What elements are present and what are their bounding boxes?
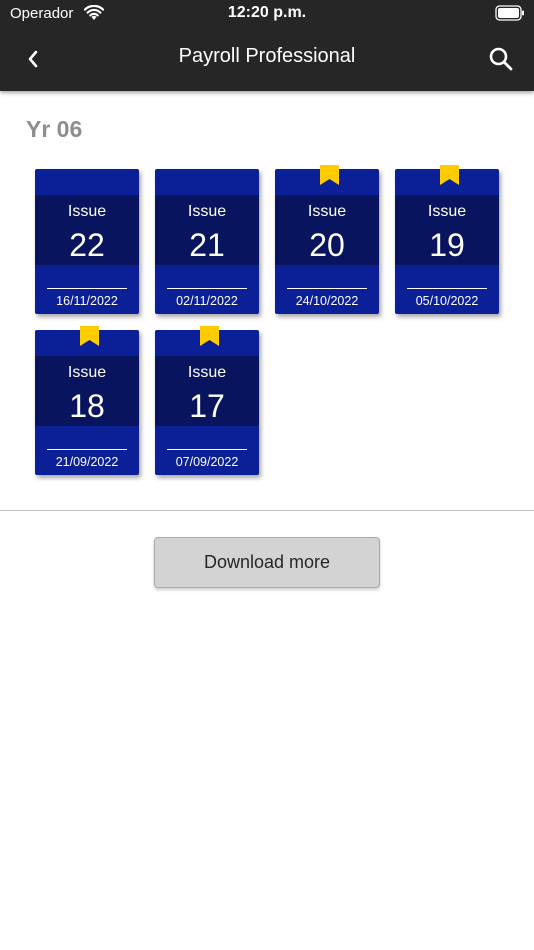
bookmark-icon — [320, 165, 339, 185]
bookmark-icon — [80, 326, 99, 346]
bookmark-icon — [200, 326, 219, 346]
card-divider — [287, 288, 367, 289]
issue-date: 21/09/2022 — [55, 455, 119, 469]
section-title: Yr 06 — [26, 116, 83, 142]
issue-card[interactable]: Issue 17 07/09/2022 — [155, 326, 259, 475]
issue-card[interactable]: Issue 21 02/11/2022 — [155, 169, 259, 314]
status-time: 12:20 p.m. — [227, 4, 307, 21]
issue-card[interactable]: Issue 19 05/10/2022 — [395, 165, 499, 314]
issue-label: Issue — [307, 203, 347, 220]
issue-number: 20 — [309, 227, 345, 263]
page-title: Payroll Professional — [178, 45, 356, 67]
bookmark-icon — [440, 165, 459, 185]
issue-card[interactable]: Issue 20 24/10/2022 — [275, 165, 379, 314]
search-button[interactable] — [486, 44, 516, 74]
download-more-button[interactable]: Download more — [154, 537, 380, 588]
issue-label: Issue — [427, 203, 467, 220]
status-bar: Operador 12:20 p.m. — [0, 0, 534, 30]
issue-number: 21 — [189, 227, 225, 263]
card-divider — [167, 449, 247, 450]
issue-label: Issue — [187, 203, 227, 220]
issue-date: 05/10/2022 — [415, 294, 479, 308]
issue-label: Issue — [187, 364, 227, 381]
issue-date: 24/10/2022 — [295, 294, 359, 308]
card-divider — [47, 288, 127, 289]
issue-date: 07/09/2022 — [175, 455, 239, 469]
issue-date: 02/11/2022 — [176, 294, 238, 308]
issue-card[interactable]: Issue 22 16/11/2022 — [35, 169, 139, 314]
search-icon — [489, 47, 513, 71]
issue-number: 19 — [429, 227, 465, 263]
issue-date: 16/11/2022 — [56, 294, 118, 308]
issue-number: 18 — [69, 388, 105, 424]
battery-icon — [495, 5, 524, 21]
top-bar: Operador 12:20 p.m. Payroll Professional — [0, 0, 534, 91]
card-divider — [407, 288, 487, 289]
section-divider — [0, 510, 534, 511]
card-divider — [167, 288, 247, 289]
navigation-bar: Payroll Professional — [0, 30, 534, 91]
issue-number: 22 — [69, 227, 105, 263]
issue-label: Issue — [67, 364, 107, 381]
issue-card[interactable]: Issue 18 21/09/2022 — [35, 326, 139, 475]
card-divider — [47, 449, 127, 450]
issue-label: Issue — [67, 203, 107, 220]
issue-number: 17 — [189, 388, 225, 424]
